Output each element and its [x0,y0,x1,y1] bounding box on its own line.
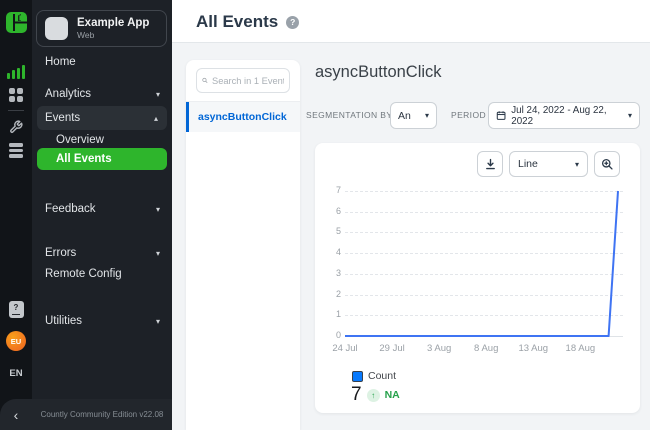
app-platform: Web [77,30,149,40]
period-select[interactable]: Jul 24, 2022 - Aug 22, 2022 ▾ [488,102,640,129]
download-button[interactable] [477,151,503,177]
change-value: NA [385,389,400,401]
page-title: All Events? [196,12,299,32]
collapse-sidebar-icon[interactable]: ‹ [0,407,32,423]
segmentation-label: SEGMENTATION BY [306,102,392,129]
chevron-down-icon: ▾ [156,317,160,326]
chart-card: Line ▾ 0123456724 Jul29 Jul3 Aug8 Aug13 … [315,143,640,413]
sidebar-bottom-bar: ‹ Countly Community Edition v22.08 [0,399,172,430]
event-search[interactable] [196,68,290,93]
event-list-item-selected[interactable]: asyncButtonClick [186,102,300,132]
help-icon[interactable]: ? [0,300,32,318]
chevron-down-icon: ▾ [156,249,160,258]
language-selector[interactable]: EN [0,366,32,380]
sidebar-item-home[interactable]: Home [32,52,172,72]
download-icon [484,158,497,171]
sidebar-item-remote-config[interactable]: Remote Config [32,265,172,283]
app-selector[interactable]: Example App Web [36,10,167,47]
management-wrench-icon[interactable] [0,119,32,135]
count-series-line [345,191,618,336]
chevron-down-icon: ▾ [425,111,429,120]
calendar-icon [496,110,506,121]
app-name: Example App [77,17,149,30]
sidebar-item-overview[interactable]: Overview [32,131,172,149]
sidebar-item-errors[interactable]: Errors ▾ [32,243,172,263]
legend-checkbox [352,371,363,382]
help-badge-icon[interactable]: ? [286,16,299,29]
trend-up-icon: ↑ [367,389,380,402]
icon-rail: ? EU EN [0,0,32,430]
x-axis-tick: 18 Aug [558,343,602,354]
countly-logo [6,12,27,33]
sidebar-menu: Example App Web Home Analytics ▾ Events … [32,0,172,430]
series-summary: 7 ↑ NA [351,384,400,406]
period-label: PERIOD [451,102,486,129]
chevron-up-icon: ▴ [154,114,158,123]
countly-logo-icon[interactable] [0,11,32,33]
page-header: All Events? [172,0,650,43]
x-axis-tick: 29 Jul [370,343,414,354]
analytics-bars-icon[interactable] [0,64,32,80]
search-input[interactable] [212,76,284,86]
sidebar-item-feedback[interactable]: Feedback ▾ [32,199,172,219]
sidebar-item-analytics[interactable]: Analytics ▾ [32,84,172,104]
version-label: Countly Community Edition v22.08 [32,410,172,419]
chart-type-select[interactable]: Line ▾ [509,151,588,177]
total-count-value: 7 [351,384,362,406]
zoom-in-icon [601,158,614,171]
data-manager-server-icon[interactable] [0,143,32,158]
event-detail-title: asyncButtonClick [315,63,442,82]
search-icon [202,76,208,85]
x-axis-tick: 3 Aug [417,343,461,354]
main-content: All Events? asyncButtonClick asyncButton… [172,0,650,430]
rail-divider [8,110,24,111]
chevron-down-icon: ▾ [156,90,160,99]
event-list-panel: asyncButtonClick [186,60,300,430]
sidebar-item-all-events[interactable]: All Events [37,148,167,170]
plugins-grid-icon[interactable] [0,87,32,102]
chevron-down-icon: ▾ [575,160,579,169]
x-axis-tick: 8 Aug [464,343,508,354]
x-axis-tick: 13 Aug [511,343,555,354]
sidebar-item-utilities[interactable]: Utilities ▾ [32,311,172,331]
segmentation-select[interactable]: An ▾ [390,102,437,129]
app-icon [45,17,68,40]
x-axis-tick: 24 Jul [323,343,367,354]
legend-item-count[interactable]: Count [352,370,396,382]
line-chart[interactable]: 0123456724 Jul29 Jul3 Aug8 Aug13 Aug18 A… [325,185,635,363]
sidebar-item-events[interactable]: Events ▴ [37,106,167,130]
chevron-down-icon: ▾ [156,205,160,214]
user-avatar[interactable]: EU [0,331,32,351]
chevron-down-icon: ▾ [628,111,632,120]
zoom-button[interactable] [594,151,620,177]
